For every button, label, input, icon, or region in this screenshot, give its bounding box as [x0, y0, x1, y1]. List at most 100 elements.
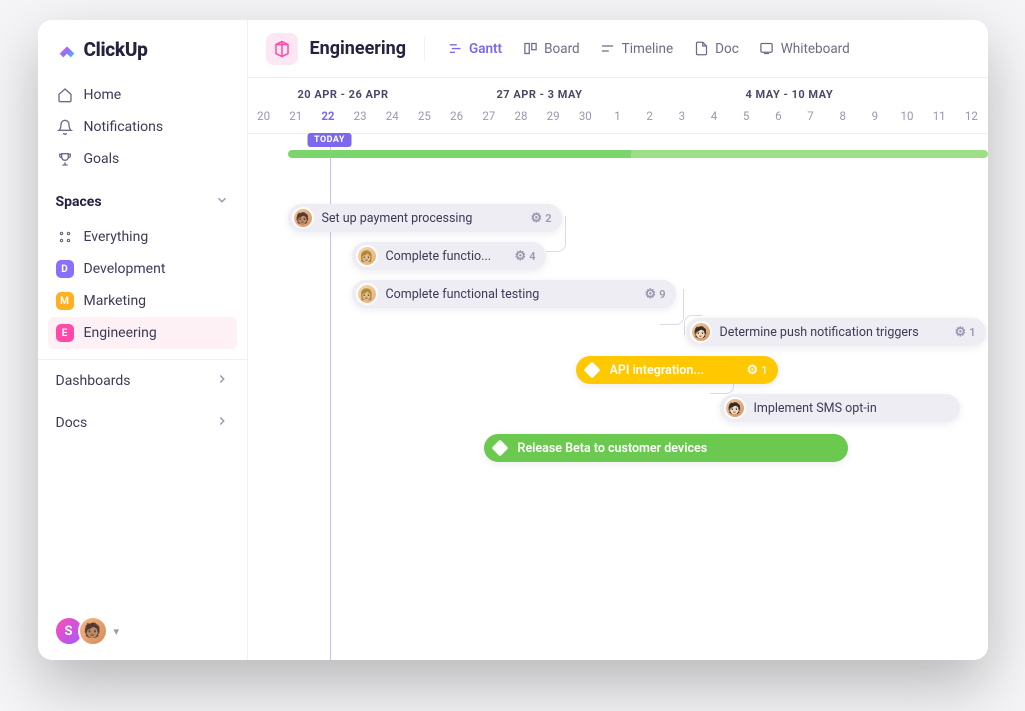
view-board-label: Board [544, 41, 580, 57]
space-development[interactable]: D Development [48, 253, 237, 285]
space-everything-label: Everything [84, 229, 149, 245]
day-tick: 30 [569, 109, 601, 123]
today-badge: TODAY [307, 133, 352, 147]
space-badge-d: D [56, 260, 74, 278]
trophy-icon [56, 150, 74, 168]
assignee-avatar: 👩🏼 [356, 245, 378, 267]
subtask-count[interactable]: 1 [955, 326, 976, 339]
subtask-count[interactable]: 4 [515, 250, 536, 263]
view-doc-label: Doc [715, 41, 739, 57]
day-tick: 20 [248, 109, 280, 123]
task-label: Release Beta to customer devices [518, 441, 708, 456]
gear-icon [531, 212, 543, 225]
gear-icon [955, 326, 967, 339]
board-icon [522, 41, 538, 57]
nav-home-label: Home [84, 87, 122, 103]
assignee-avatar: 🧑🏻 [690, 321, 712, 343]
nav-docs[interactable]: Docs [38, 402, 247, 444]
space-engineering[interactable]: E Engineering [48, 317, 237, 349]
nav-notifications[interactable]: Notifications [48, 111, 237, 143]
day-tick: 29 [537, 109, 569, 123]
range-1: 20 APR - 26 APR [248, 88, 479, 101]
task-label: Complete functio... [386, 249, 492, 264]
app-frame: ClickUp Home Notifications Goals [38, 20, 988, 660]
gear-icon [645, 288, 657, 301]
view-tab-board[interactable]: Board [518, 35, 584, 63]
day-tick: 7 [794, 109, 826, 123]
assignee-avatar: 🧑🏽 [292, 207, 314, 229]
task-label: Set up payment processing [322, 211, 473, 226]
task-bar-milestone[interactable]: API integration... 1 [576, 356, 778, 384]
avatar-menu-icon[interactable]: ▾ [114, 625, 120, 638]
days-axis: 2021222324252627282930123456789101112 [248, 101, 988, 134]
nav-dashboards-label: Dashboards [56, 373, 131, 389]
assignee-avatar: 👩🏼 [356, 283, 378, 305]
view-tab-doc[interactable]: Doc [689, 35, 743, 63]
overall-progress-bar [288, 150, 988, 158]
chevron-down-icon [215, 193, 229, 211]
clickup-logo-icon [56, 39, 78, 61]
space-marketing[interactable]: M Marketing [48, 285, 237, 317]
workspace-icon[interactable] [266, 33, 298, 65]
day-tick: 2 [634, 109, 666, 123]
view-tab-gantt[interactable]: Gantt [443, 35, 506, 63]
brand-name: ClickUp [84, 38, 148, 61]
day-tick: 8 [827, 109, 859, 123]
day-tick: 22 [312, 109, 344, 123]
space-marketing-label: Marketing [84, 293, 147, 309]
day-tick: 6 [762, 109, 794, 123]
assignee-avatar: 🧑🏻 [724, 397, 746, 419]
task-bar[interactable]: 👩🏼 Complete functional testing 9 [352, 280, 676, 308]
day-tick: 11 [923, 109, 955, 123]
nav-dashboards[interactable]: Dashboards [38, 359, 247, 402]
separator [424, 37, 425, 61]
milestone-icon [491, 440, 508, 457]
day-tick: 21 [280, 109, 312, 123]
day-tick: 1 [601, 109, 633, 123]
view-timeline-label: Timeline [622, 41, 674, 57]
user-avatar-2: 🧑🏽 [78, 616, 108, 646]
home-icon [56, 86, 74, 104]
chevron-right-icon [215, 414, 229, 432]
task-bar-milestone[interactable]: Release Beta to customer devices [484, 434, 848, 462]
nav-home[interactable]: Home [48, 79, 237, 111]
grid-icon [56, 228, 74, 246]
main-panel: Engineering Gantt Board Timeline [248, 20, 988, 660]
space-engineering-label: Engineering [84, 325, 157, 341]
task-bar[interactable]: 🧑🏻 Implement SMS opt-in [720, 394, 960, 422]
gear-icon [747, 364, 759, 377]
task-label: Implement SMS opt-in [754, 401, 877, 416]
doc-icon [693, 41, 709, 57]
view-whiteboard-label: Whiteboard [781, 41, 850, 57]
nav-goals[interactable]: Goals [48, 143, 237, 175]
day-tick: 12 [955, 109, 987, 123]
user-avatars[interactable]: S 🧑🏽 ▾ [38, 602, 247, 660]
date-ranges: 20 APR - 26 APR 27 APR - 3 MAY 4 MAY - 1… [248, 78, 988, 101]
space-everything[interactable]: Everything [48, 221, 237, 253]
subtask-count[interactable]: 2 [531, 212, 552, 225]
nav-docs-label: Docs [56, 415, 88, 431]
day-tick: 27 [473, 109, 505, 123]
space-badge-m: M [56, 292, 74, 310]
nav-notifications-label: Notifications [84, 119, 164, 135]
day-tick: 5 [730, 109, 762, 123]
task-bar[interactable]: 🧑🏽 Set up payment processing 2 [288, 204, 562, 232]
day-tick: 28 [505, 109, 537, 123]
task-bar[interactable]: 👩🏼 Complete functio... 4 [352, 242, 546, 270]
day-tick: 10 [891, 109, 923, 123]
range-3: 4 MAY - 10 MAY [710, 88, 941, 101]
task-bar[interactable]: 🧑🏻 Determine push notification triggers … [686, 318, 986, 346]
nav-goals-label: Goals [84, 151, 120, 167]
gantt-timeline[interactable]: 20 APR - 26 APR 27 APR - 3 MAY 4 MAY - 1… [248, 78, 988, 660]
topbar: Engineering Gantt Board Timeline [248, 20, 988, 78]
subtask-count[interactable]: 1 [747, 364, 768, 377]
subtask-count[interactable]: 9 [645, 288, 666, 301]
sidebar: ClickUp Home Notifications Goals [38, 20, 248, 660]
brand-logo[interactable]: ClickUp [38, 20, 247, 75]
view-tab-timeline[interactable]: Timeline [596, 35, 678, 63]
spaces-header[interactable]: Spaces [38, 179, 247, 219]
day-tick: 9 [859, 109, 891, 123]
view-tab-whiteboard[interactable]: Whiteboard [755, 35, 854, 63]
day-tick: 23 [344, 109, 376, 123]
view-gantt-label: Gantt [469, 41, 502, 57]
